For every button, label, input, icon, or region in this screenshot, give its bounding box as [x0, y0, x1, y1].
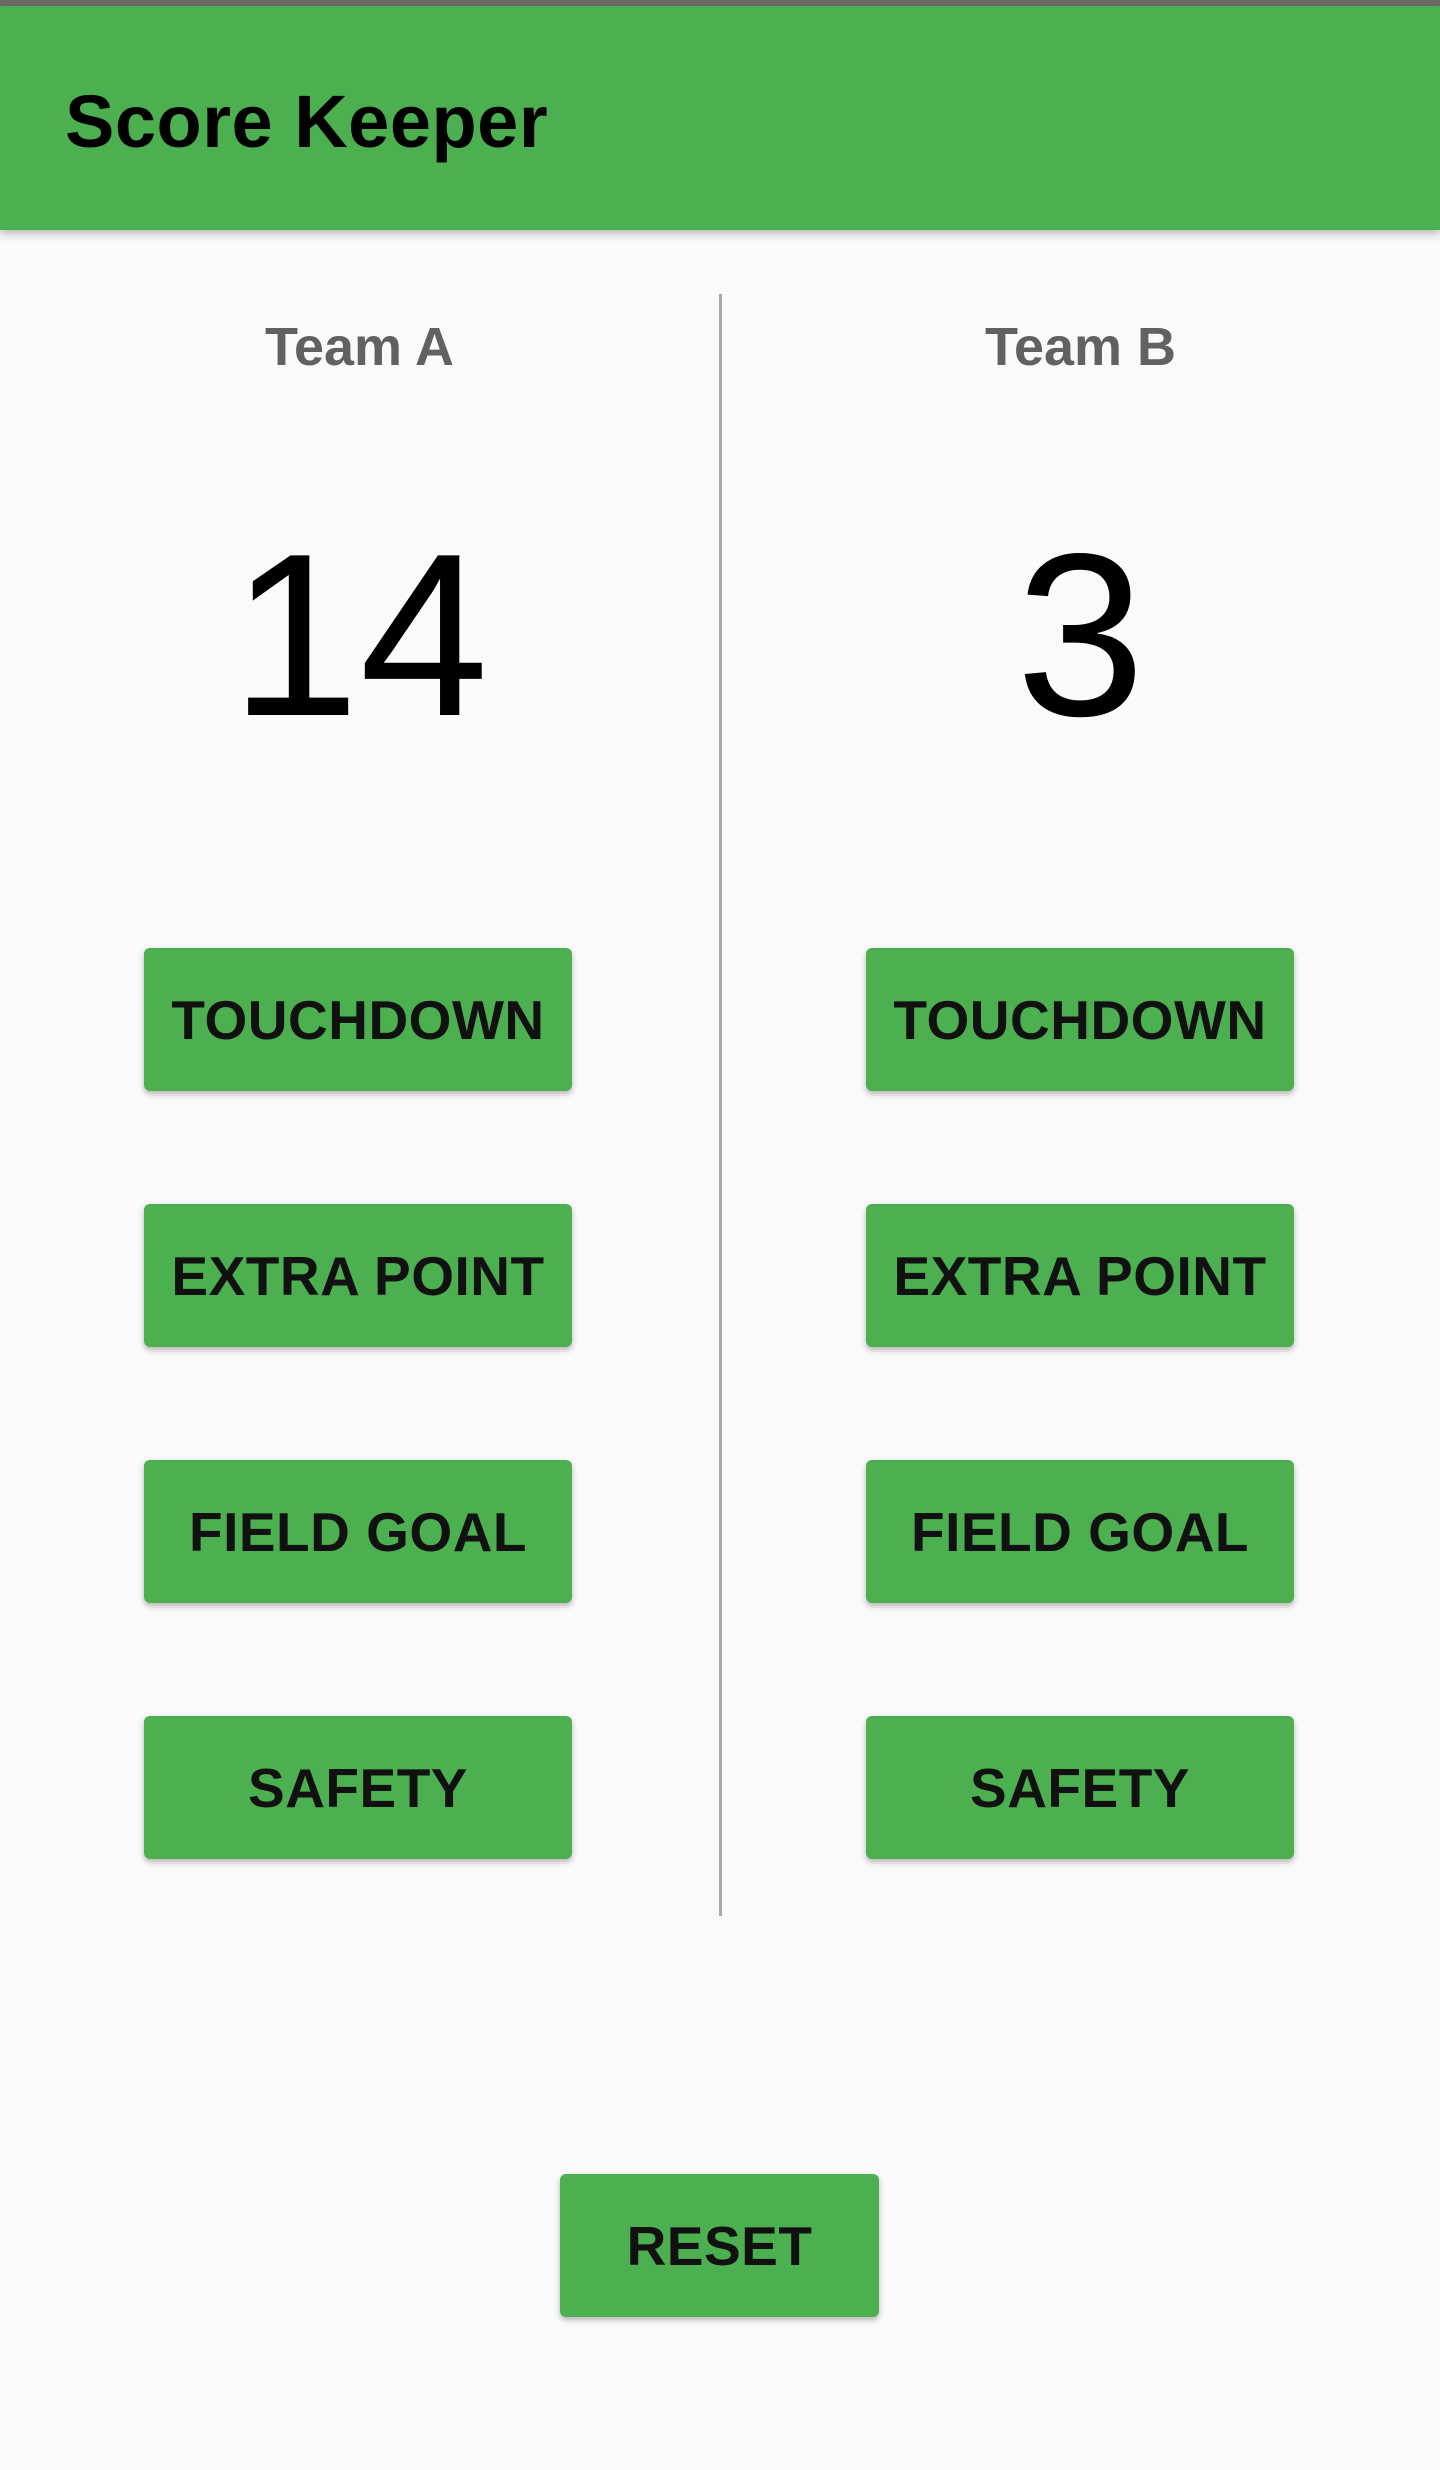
team-b-field-goal-button[interactable]: FIELD GOAL: [866, 1460, 1294, 1603]
team-b-safety-button[interactable]: SAFETY: [866, 1716, 1294, 1859]
team-a-name: Team A: [264, 317, 455, 377]
app-bar: Score Keeper: [0, 6, 1440, 230]
app-title: Score Keeper: [65, 80, 549, 163]
team-a-score: 14: [230, 506, 489, 765]
team-b-name: Team B: [984, 317, 1177, 377]
team-b-column: Team B 3 TOUCHDOWN EXTRA POINT FIELD GOA…: [721, 230, 1440, 1930]
team-a-safety-button[interactable]: SAFETY: [144, 1716, 572, 1859]
team-a-touchdown-button[interactable]: TOUCHDOWN: [144, 948, 572, 1091]
team-b-extra-point-button[interactable]: EXTRA POINT: [866, 1204, 1294, 1347]
team-b-touchdown-button[interactable]: TOUCHDOWN: [866, 948, 1294, 1091]
team-b-score: 3: [1015, 506, 1146, 765]
team-a-field-goal-button[interactable]: FIELD GOAL: [144, 1460, 572, 1603]
team-a-extra-point-button[interactable]: EXTRA POINT: [144, 1204, 572, 1347]
reset-button[interactable]: RESET: [560, 2174, 879, 2317]
team-a-column: Team A 14 TOUCHDOWN EXTRA POINT FIELD GO…: [0, 230, 719, 1930]
